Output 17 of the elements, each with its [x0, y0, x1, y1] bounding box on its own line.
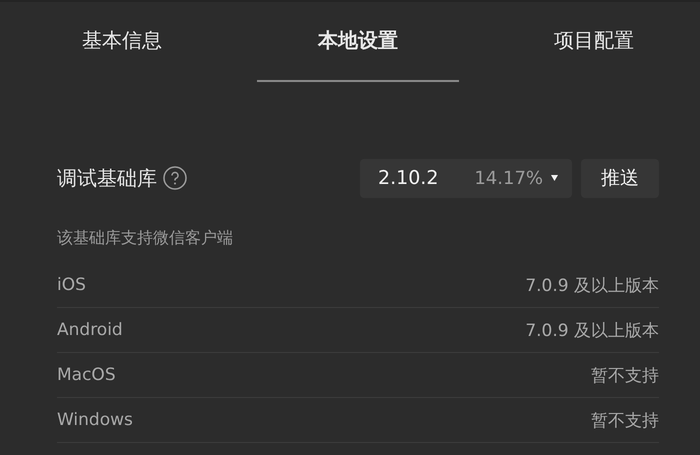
platform-name: MacOS: [57, 365, 116, 385]
version-select[interactable]: 2.10.2 14.17%: [360, 158, 572, 198]
help-icon[interactable]: [163, 166, 187, 190]
tab[interactable]: 基本信息: [82, 27, 162, 54]
push-button[interactable]: 推送: [581, 158, 659, 198]
version-requirement: 暂不支持: [591, 364, 659, 386]
version-requirement: 7.0.9 及以上版本: [525, 274, 659, 296]
version-requirement: 7.0.9 及以上版本: [525, 320, 659, 342]
setting-label: 调试基础库: [57, 164, 157, 192]
platform-name: Android: [57, 320, 123, 340]
platform-name: Windows: [57, 410, 133, 430]
platform-name: iOS: [57, 275, 86, 295]
dropdown-icon: [551, 175, 558, 181]
tab[interactable]: 本地设置: [318, 27, 398, 54]
support-title: 该基础库支持微信客户端: [57, 228, 234, 249]
version-requirement: 暂不支持: [591, 410, 659, 432]
tab[interactable]: 项目配置: [554, 27, 634, 54]
